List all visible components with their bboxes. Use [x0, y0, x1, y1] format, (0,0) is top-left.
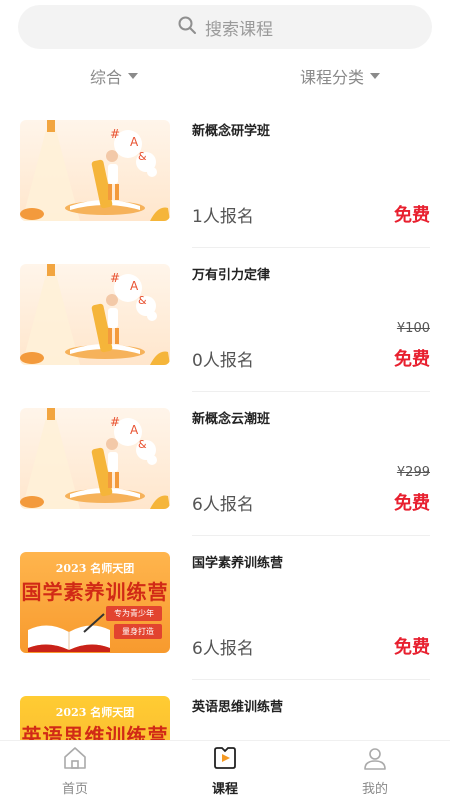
course-original-price: ¥100 — [396, 321, 430, 336]
course-title: 英语思维训练营 — [192, 700, 284, 715]
svg-text:&: & — [138, 150, 147, 163]
caret-down-icon — [128, 73, 139, 79]
course-title: 国学素养训练营 — [192, 556, 284, 571]
course-thumbnail: # A & — [20, 408, 170, 509]
filter-category-label: 课程分类 — [300, 68, 365, 87]
filter-category-dropdown[interactable]: 课程分类 — [225, 56, 450, 96]
course-price: 免费 — [394, 637, 430, 658]
course-enrolled: 6人报名 — [192, 495, 254, 515]
course-item[interactable]: # A & 新概念研学班 1人报名 免费 — [0, 104, 450, 248]
tab-course[interactable]: 课程 — [150, 741, 300, 800]
search-container: 搜索课程 — [18, 5, 432, 49]
course-price: 免费 — [394, 493, 430, 514]
svg-text:A: A — [130, 135, 139, 149]
filter-sort-label: 综合 — [90, 68, 123, 87]
svg-text:A: A — [130, 279, 139, 293]
caret-down-icon — [370, 73, 381, 79]
svg-text:&: & — [138, 294, 147, 307]
course-enrolled: 0人报名 — [192, 351, 254, 371]
course-item[interactable]: 2023 名师天团 国学素养训练营 专为青少年 量身打造 国学素养训练营 6人报… — [0, 536, 450, 680]
promo-subtitle: 2023 名师天团 — [55, 562, 135, 575]
tab-home-label: 首页 — [61, 782, 88, 797]
tab-course-label: 课程 — [211, 782, 238, 797]
course-enrolled: 1人报名 — [192, 207, 254, 227]
svg-text:#: # — [110, 127, 120, 141]
course-thumbnail: # A & — [20, 120, 170, 221]
svg-text:A: A — [130, 423, 139, 437]
tab-profile-label: 我的 — [361, 782, 388, 797]
svg-text:&: & — [138, 438, 147, 451]
course-thumbnail: 2023 名师天团 英语思维训练营 — [20, 696, 170, 740]
course-item[interactable]: # A & 万有引力定律 ¥100 0人报名 免费 — [0, 248, 450, 392]
course-enrolled: 6人报名 — [192, 639, 254, 659]
course-item[interactable]: 2023 名师天团 英语思维训练营 英语思维训练营 — [0, 680, 450, 740]
course-title: 万有引力定律 — [192, 268, 271, 283]
search-input[interactable]: 搜索课程 — [18, 5, 432, 49]
bottom-tab-bar: 首页 课程 我的 — [0, 740, 450, 800]
promo-tag: 专为青少年 — [106, 606, 162, 621]
course-price: 免费 — [394, 349, 430, 370]
svg-text:#: # — [110, 415, 120, 429]
course-item[interactable]: # A & 新概念云潮班 ¥299 6人报名 免费 — [0, 392, 450, 536]
promo-subtitle: 2023 名师天团 — [55, 706, 135, 719]
tab-profile[interactable]: 我的 — [300, 741, 450, 800]
svg-text:#: # — [110, 271, 120, 285]
course-price: 免费 — [394, 205, 430, 226]
search-placeholder: 搜索课程 — [205, 19, 273, 40]
course-title: 新概念研学班 — [192, 124, 271, 139]
course-original-price: ¥299 — [396, 465, 430, 480]
profile-icon — [361, 744, 389, 776]
filter-sort-dropdown[interactable]: 综合 — [0, 56, 225, 96]
course-title: 新概念云潮班 — [192, 412, 271, 427]
search-icon — [177, 15, 197, 39]
tab-home[interactable]: 首页 — [0, 741, 150, 800]
course-icon — [211, 744, 239, 776]
promo-tag: 量身打造 — [114, 624, 162, 639]
course-list: # A & 新概念研学班 1人报名 免费 # A & 万有引力定律 ¥100 0… — [0, 104, 450, 740]
home-icon — [61, 744, 89, 776]
course-thumbnail: 2023 名师天团 国学素养训练营 专为青少年 量身打造 — [20, 552, 170, 653]
promo-title: 国学素养训练营 — [21, 580, 169, 604]
promo-title: 英语思维训练营 — [21, 724, 169, 740]
course-thumbnail: # A & — [20, 264, 170, 365]
filter-bar: 综合 课程分类 — [0, 56, 450, 96]
